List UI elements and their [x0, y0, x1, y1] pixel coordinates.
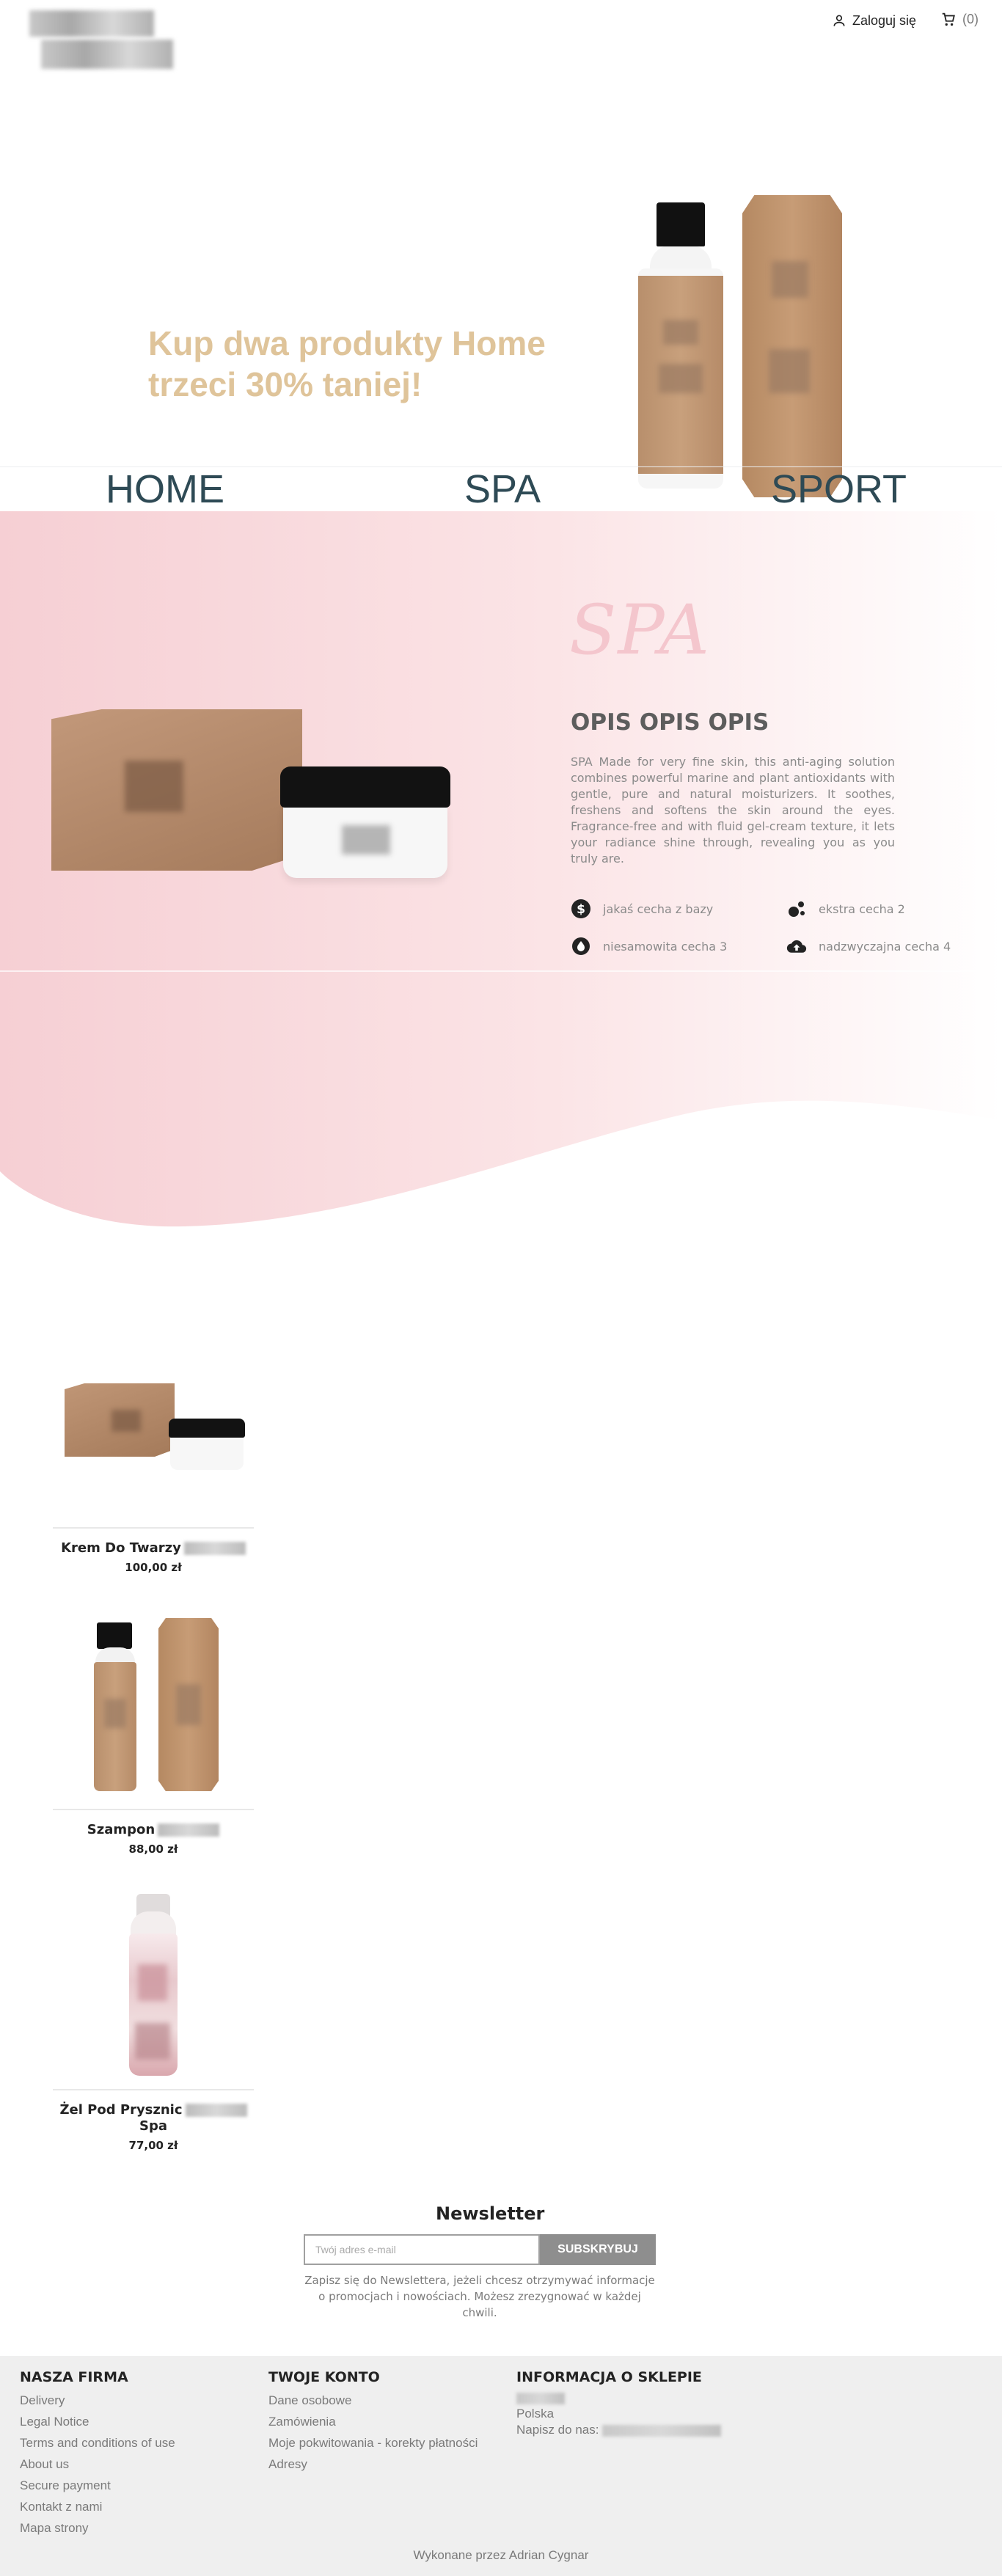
- feature-2: ekstra cecha 2: [786, 898, 905, 920]
- product-card-2[interactable]: Szampon 88,00 zł: [53, 1611, 254, 1856]
- category-sport-link[interactable]: SPORT: [771, 467, 907, 511]
- logo-image-bottom: [41, 40, 173, 69]
- footer-link-about-us[interactable]: About us: [20, 2454, 175, 2475]
- product-card-3[interactable]: Żel Pod Prysznic Spa 77,00 zł: [53, 1891, 254, 2152]
- drop-icon: [571, 936, 591, 956]
- footer-link-orders[interactable]: Zamówienia: [268, 2411, 478, 2432]
- feature-3-label: niesamowita cecha 3: [603, 939, 728, 954]
- footer-link-secure-payment[interactable]: Secure payment: [20, 2475, 175, 2496]
- footer-account-column: TWOJE KONTO Dane osobowe Zamówienia Moje…: [268, 2369, 478, 2475]
- feature-3: niesamowita cecha 3: [571, 935, 727, 957]
- feature-4-label: nadzwyczajna cecha 4: [819, 939, 951, 954]
- product-3-price: 77,00 zł: [128, 2139, 178, 2152]
- category-nav: HOME SPA SPORT: [0, 466, 1002, 511]
- feature-2-label: ekstra cecha 2: [819, 901, 905, 916]
- product-2-image[interactable]: [53, 1611, 254, 1801]
- store-email-line: Napisz do nas:: [516, 2422, 722, 2438]
- footer-link-legal-notice[interactable]: Legal Notice: [20, 2411, 175, 2432]
- product-1-name[interactable]: Krem Do Twarzy: [53, 1540, 254, 1556]
- shampoo-bottle-image: [637, 202, 725, 494]
- promo-banner[interactable]: Kup dwa produkty Home trzeci 30% taniej!: [0, 81, 1002, 497]
- newsletter-title: Newsletter: [436, 2203, 545, 2224]
- logo-image-top: [29, 10, 154, 37]
- store-name-redacted: [516, 2390, 721, 2406]
- feature-1: $ jakaś cecha z bazy: [571, 898, 713, 920]
- footer-store-column: INFORMACJA O SKLEPIE Polska Napisz do na…: [516, 2369, 722, 2438]
- dollar-circle-icon: $: [571, 899, 591, 919]
- newsletter-email-input[interactable]: Twój adres e-mail: [304, 2234, 540, 2265]
- category-spa-link[interactable]: SPA: [464, 467, 541, 511]
- promo-line-1: Kup dwa produkty Home: [148, 324, 546, 362]
- product-1-image[interactable]: [53, 1329, 254, 1520]
- product-3-separator: [53, 2089, 254, 2090]
- store-logo[interactable]: [26, 6, 173, 73]
- footer-link-personal-info[interactable]: Dane osobowe: [268, 2390, 478, 2411]
- newsletter-email-placeholder: Twój adres e-mail: [315, 2244, 396, 2255]
- store-country: Polska: [516, 2407, 555, 2421]
- newsletter-info: Zapisz się do Newslettera, jeżeli chcesz…: [304, 2274, 655, 2319]
- spa-description: SPA Made for very fine skin, this anti-a…: [571, 755, 895, 866]
- login-link[interactable]: Zaloguj się: [832, 12, 916, 29]
- subscribe-button[interactable]: SUBSKRYBUJ: [540, 2234, 656, 2265]
- spa-script-heading: SPA: [569, 590, 711, 670]
- product-2-price: 88,00 zł: [128, 1843, 178, 1856]
- footer-link-sitemap[interactable]: Mapa strony: [20, 2517, 175, 2539]
- footer-credit: Wykonane przez Adrian Cygnar: [413, 2548, 589, 2562]
- shopping-cart-icon: [942, 12, 955, 26]
- spa-section: SPA OPIS OPIS OPIS SPA Made for very fin…: [0, 511, 1002, 1230]
- spa-box-image: [51, 709, 302, 871]
- product-1-price: 100,00 zł: [125, 1561, 182, 1574]
- feature-1-label: jakaś cecha z bazy: [603, 901, 714, 916]
- footer-link-contact[interactable]: Kontakt z nami: [20, 2496, 175, 2517]
- cloud-upload-icon: [786, 936, 807, 956]
- feature-4: nadzwyczajna cecha 4: [786, 935, 951, 957]
- product-1-separator: [53, 1527, 254, 1529]
- product-3-image[interactable]: [53, 1891, 254, 2082]
- product-2-name[interactable]: Szampon: [53, 1822, 254, 1838]
- footer-link-addresses[interactable]: Adresy: [268, 2454, 478, 2475]
- bubbles-icon: [786, 899, 807, 919]
- footer-company-column: NASZA FIRMA Delivery Legal Notice Terms …: [20, 2369, 175, 2539]
- footer-link-delivery[interactable]: Delivery: [20, 2390, 175, 2411]
- cart-count: (0): [962, 11, 979, 26]
- footer: NASZA FIRMA Delivery Legal Notice Terms …: [0, 2356, 1002, 2576]
- footer-link-terms[interactable]: Terms and conditions of use: [20, 2432, 175, 2454]
- footer-link-credit-slips[interactable]: Moje pokwitowania - korekty płatności: [268, 2432, 478, 2454]
- product-3-name[interactable]: Żel Pod Prysznic Spa: [53, 2102, 254, 2134]
- footer-account-title: TWOJE KONTO: [268, 2369, 380, 2385]
- store-email-link[interactable]: [602, 2424, 722, 2437]
- product-card-1[interactable]: Krem Do Twarzy 100,00 zł: [53, 1329, 254, 1574]
- category-home-link[interactable]: HOME: [106, 467, 224, 511]
- spa-background: [0, 511, 1002, 1227]
- footer-company-title: NASZA FIRMA: [20, 2369, 128, 2385]
- cart-link[interactable]: (0): [940, 10, 979, 28]
- login-label: Zaloguj się: [852, 12, 917, 28]
- svg-text:$: $: [577, 902, 585, 917]
- promo-line-2: trzeci 30% taniej!: [148, 365, 423, 403]
- spa-cream-jar-image: [280, 766, 450, 878]
- product-box-image: [742, 195, 842, 497]
- product-2-separator: [53, 1809, 254, 1810]
- footer-store-title: INFORMACJA O SKLEPIE: [516, 2369, 702, 2385]
- promo-text: Kup dwa produkty Home trzeci 30% taniej!: [148, 323, 546, 405]
- user-icon: [833, 15, 845, 26]
- spa-title: OPIS OPIS OPIS: [571, 709, 769, 736]
